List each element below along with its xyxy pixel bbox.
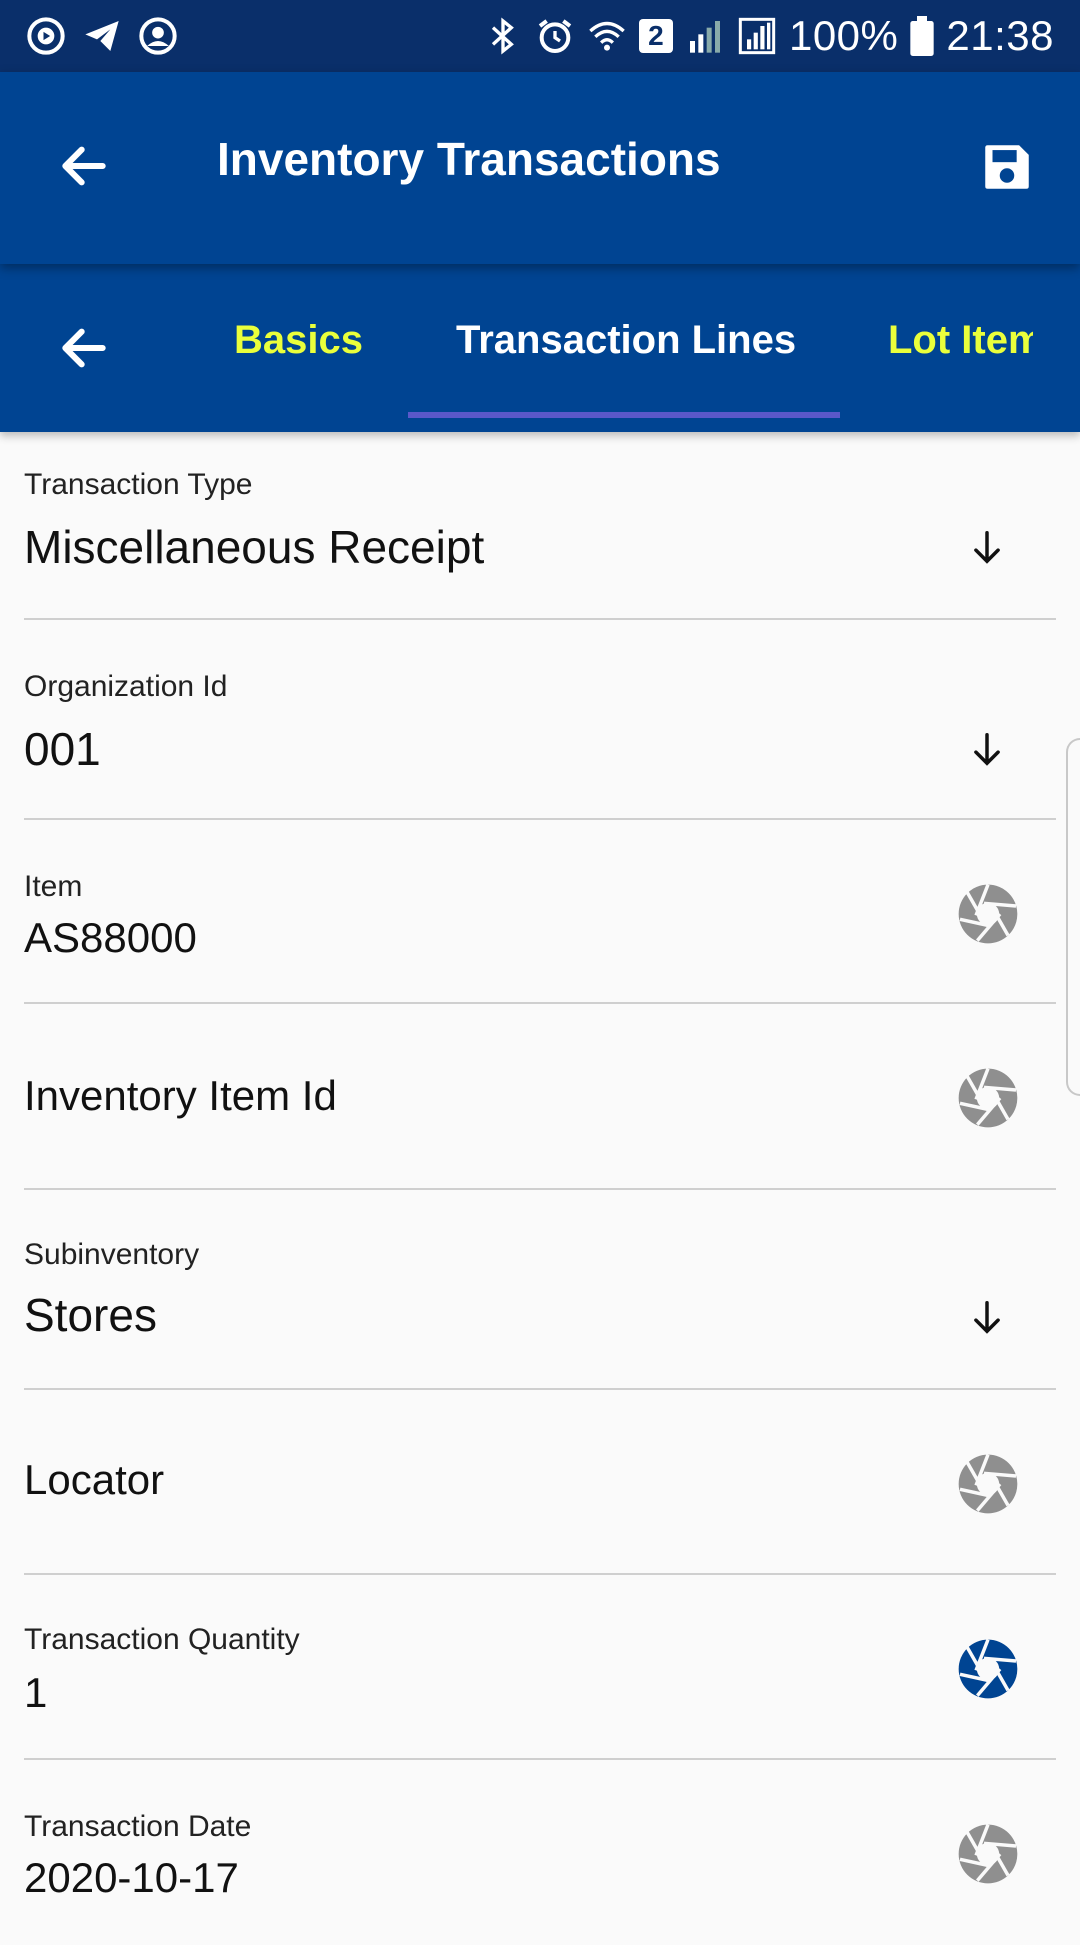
field-label: Transaction Date [24, 1810, 252, 1843]
tab-bar: Basics Transaction Lines Lot Item [0, 264, 1080, 432]
field-item[interactable]: Item AS88000 [24, 820, 1056, 1004]
field-value[interactable]: Miscellaneous Receipt [24, 520, 484, 574]
wifi-icon [589, 21, 625, 51]
aperture-icon[interactable] [956, 882, 1020, 946]
field-organization-id[interactable]: Organization Id 001 [24, 620, 1056, 820]
edge-panel-handle[interactable] [1066, 738, 1080, 1096]
battery-percent: 100% [788, 12, 899, 59]
field-locator[interactable]: Locator [24, 1390, 1056, 1575]
field-value[interactable]: 2020-10-17 [24, 1854, 239, 1902]
aperture-icon[interactable] [956, 1452, 1020, 1516]
field-transaction-quantity[interactable]: Transaction Quantity 1 [24, 1575, 1056, 1760]
arrow-down-icon[interactable] [968, 730, 1006, 768]
alarm-icon [538, 19, 572, 54]
field-label: Item [24, 870, 83, 903]
arrow-down-icon[interactable] [968, 528, 1006, 566]
field-value[interactable]: 001 [24, 722, 101, 776]
field-value[interactable]: AS88000 [24, 914, 197, 962]
arrow-left-icon[interactable] [56, 138, 112, 194]
field-label: Organization Id [24, 670, 228, 703]
field-label: Transaction Type [24, 468, 253, 501]
field-transaction-type[interactable]: Transaction Type Miscellaneous Receipt [24, 432, 1056, 620]
tab-indicator [408, 412, 840, 418]
field-value[interactable]: Inventory Item Id [24, 1072, 337, 1120]
signal-roaming-icon [738, 17, 776, 55]
arrow-down-icon[interactable] [968, 1298, 1006, 1336]
status-left [26, 16, 178, 56]
app-bar: Inventory Transactions [0, 72, 1080, 264]
bluetooth-icon [491, 17, 514, 55]
field-value[interactable]: Stores [24, 1288, 157, 1342]
status-bar: 2 100% 21:38 [0, 0, 1080, 72]
field-transaction-date[interactable]: Transaction Date 2020-10-17 [24, 1760, 1056, 1945]
field-inventory-item-id[interactable]: Inventory Item Id [24, 1004, 1056, 1190]
status-right: 2 100% 21:38 [483, 12, 1054, 60]
telegram-icon [85, 21, 119, 51]
tab-transaction-lines[interactable]: Transaction Lines [456, 318, 796, 363]
field-subinventory[interactable]: Subinventory Stores [24, 1190, 1056, 1390]
aperture-icon-active[interactable] [956, 1637, 1020, 1701]
page-title: Inventory Transactions [217, 133, 721, 185]
account-icon [139, 17, 177, 55]
clock: 21:38 [946, 12, 1054, 59]
field-label: Subinventory [24, 1238, 200, 1271]
aperture-icon[interactable] [956, 1066, 1020, 1130]
aperture-icon[interactable] [956, 1822, 1020, 1886]
tab-lot-item[interactable]: Lot Item [888, 318, 1033, 363]
tab-basics[interactable]: Basics [234, 318, 363, 363]
battery-icon [910, 16, 935, 56]
sim-badge: 2 [638, 19, 673, 53]
save-icon[interactable] [978, 138, 1036, 196]
field-value[interactable]: Locator [24, 1456, 164, 1504]
field-label: Transaction Quantity [24, 1623, 300, 1656]
arrow-left-icon[interactable] [56, 320, 112, 376]
signal-icon [689, 21, 720, 53]
field-value[interactable]: 1 [24, 1669, 47, 1717]
play-circle-icon [27, 17, 65, 55]
